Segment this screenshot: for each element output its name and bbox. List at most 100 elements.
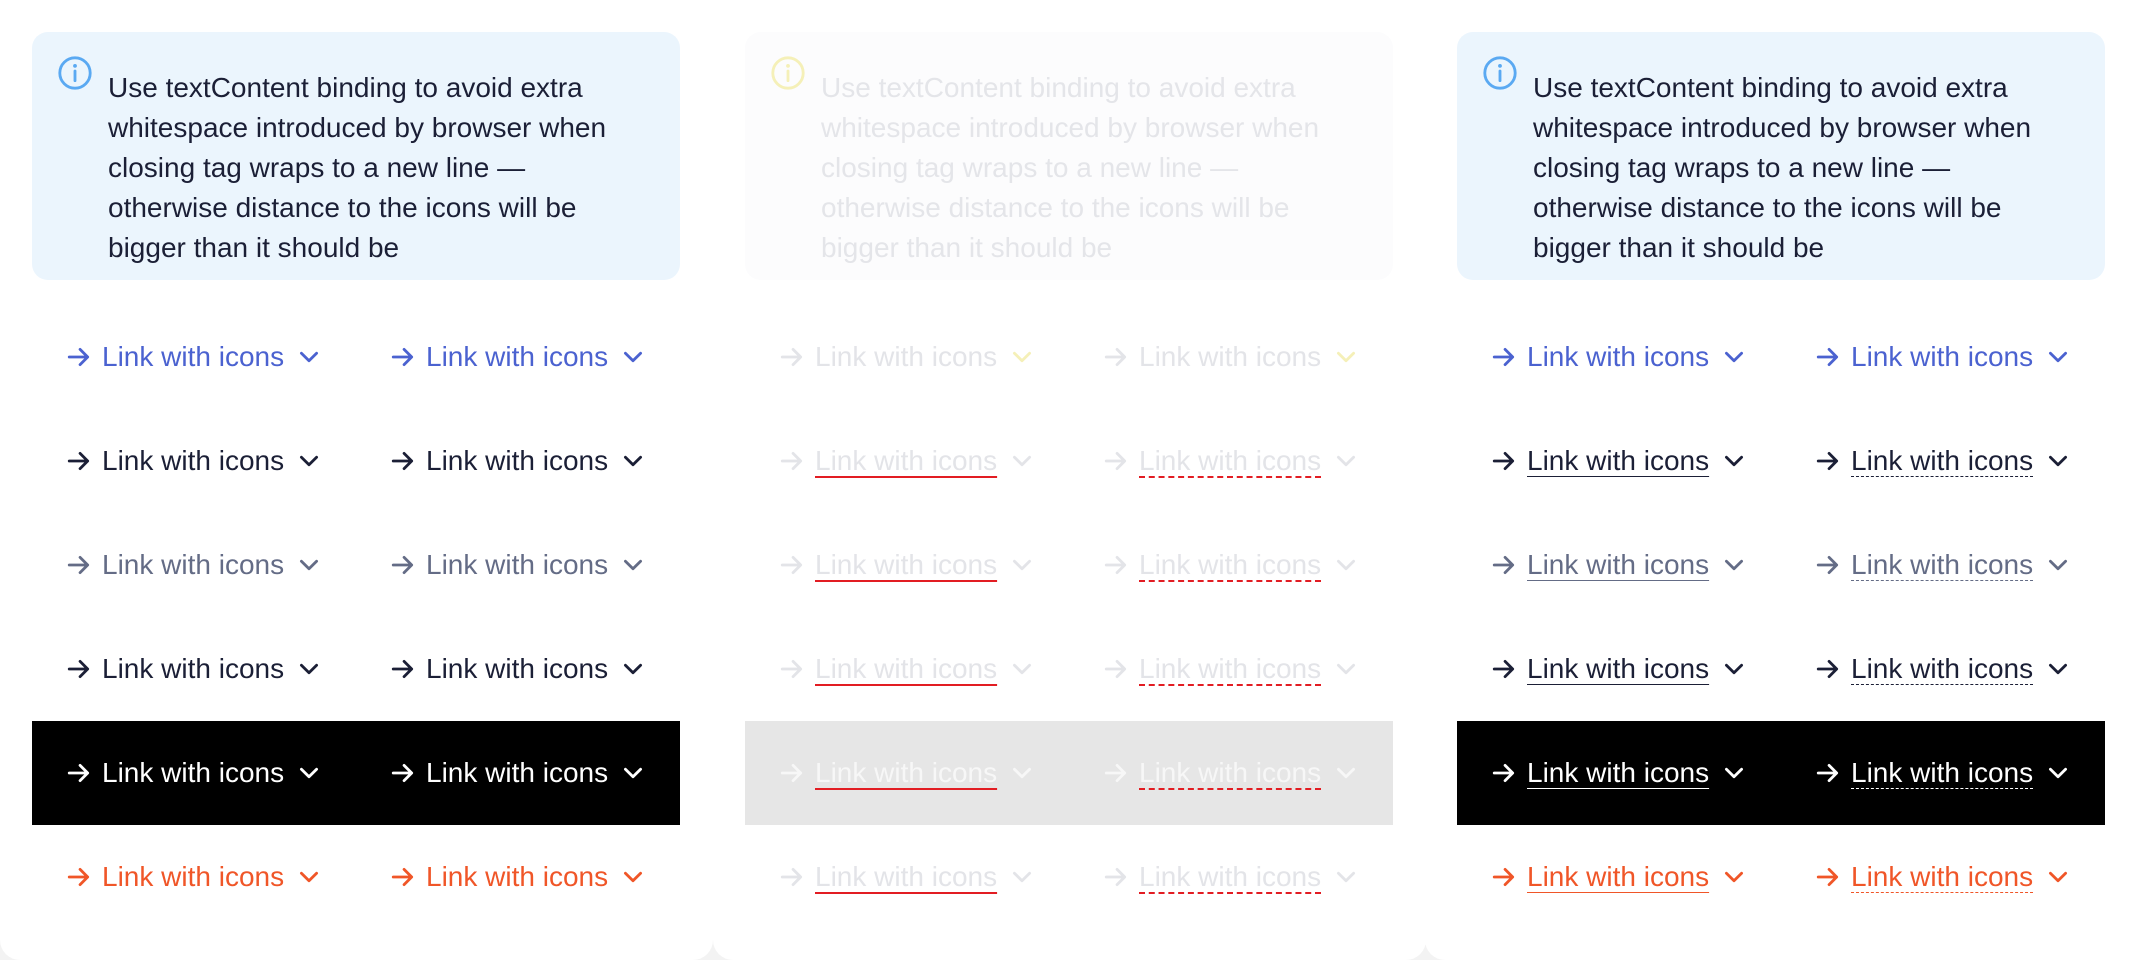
arrow-right-icon (780, 348, 803, 366)
chevron-down-icon (1013, 455, 1032, 467)
chevron-down-icon (1337, 767, 1356, 779)
link-with-icons[interactable]: Link with icons (1491, 825, 1747, 929)
link-row-dark: Link with icons Link with icons (32, 409, 680, 513)
arrow-right-icon (1104, 452, 1127, 470)
link-with-icons-disabled: Link with icons (779, 409, 1035, 513)
link-row-disabled: Link with icons Link with icons (745, 513, 1393, 617)
link-with-icons[interactable]: Link with icons (1815, 305, 2071, 409)
arrow-right-icon (1492, 452, 1515, 470)
link-row-blue: Link with icons Link with icons (1457, 305, 2105, 409)
link-with-icons[interactable]: Link with icons (1815, 825, 2071, 929)
link-with-icons[interactable]: Link with icons (66, 305, 322, 409)
link-with-icons-disabled: Link with icons (1103, 409, 1359, 513)
link-label: Link with icons (1527, 757, 1710, 788)
link-label: Link with icons (102, 445, 285, 476)
link-label: Link with icons (815, 861, 998, 892)
link-with-icons-disabled: Link with icons (779, 825, 1035, 929)
info-alert-disabled: Use textContent binding to avoid extra w… (745, 32, 1393, 280)
link-label: Link with icons (1851, 861, 2034, 892)
link-label: Link with icons (1139, 549, 1322, 580)
link-label: Link with icons (1139, 653, 1322, 684)
link-with-icons[interactable]: Link with icons (1491, 617, 1747, 721)
link-label: Link with icons (815, 549, 998, 580)
link-with-icons[interactable]: Link with icons (66, 513, 322, 617)
chevron-down-icon (624, 455, 643, 467)
link-with-icons[interactable]: Link with icons (1815, 617, 2071, 721)
chevron-down-icon (1013, 767, 1032, 779)
arrow-right-icon (780, 868, 803, 886)
link-label: Link with icons (815, 341, 998, 372)
arrow-right-icon (780, 660, 803, 678)
link-label: Link with icons (102, 341, 285, 372)
chevron-down-icon (1337, 663, 1356, 675)
link-label: Link with icons (815, 757, 998, 788)
panel-disabled: Use textContent binding to avoid extra w… (713, 0, 1426, 960)
link-label: Link with icons (426, 549, 609, 580)
link-with-icons-disabled: Link with icons (779, 513, 1035, 617)
arrow-right-icon (67, 348, 90, 366)
link-with-icons[interactable]: Link with icons (1491, 721, 1747, 825)
chevron-down-icon (624, 559, 643, 571)
link-with-icons[interactable]: Link with icons (1491, 409, 1747, 513)
link-with-icons[interactable]: Link with icons (1815, 409, 2071, 513)
chevron-down-icon (2049, 871, 2068, 883)
arrow-right-icon (1816, 348, 1839, 366)
arrow-right-icon (391, 348, 414, 366)
panel-default: Use textContent binding to avoid extra w… (0, 0, 713, 960)
arrow-right-icon (1816, 764, 1839, 782)
link-row-dark: Link with icons Link with icons (1457, 617, 2105, 721)
panel-underlined: Use textContent binding to avoid extra w… (1425, 0, 2136, 960)
link-with-icons[interactable]: Link with icons (66, 825, 322, 929)
link-with-icons[interactable]: Link with icons (390, 617, 646, 721)
chevron-down-icon (1013, 663, 1032, 675)
link-with-icons[interactable]: Link with icons (390, 409, 646, 513)
chevron-down-icon (1725, 767, 1744, 779)
link-with-icons[interactable]: Link with icons (1491, 513, 1747, 617)
link-with-icons[interactable]: Link with icons (390, 305, 646, 409)
link-row-disabled: Link with icons Link with icons (745, 825, 1393, 929)
chevron-down-icon (300, 351, 319, 363)
chevron-down-icon (1725, 455, 1744, 467)
link-with-icons[interactable]: Link with icons (1815, 721, 2071, 825)
link-with-icons-disabled: Link with icons (1103, 513, 1359, 617)
link-label: Link with icons (1851, 445, 2034, 476)
link-label: Link with icons (815, 653, 998, 684)
link-label: Link with icons (1527, 653, 1710, 684)
chevron-down-icon (1337, 871, 1356, 883)
link-with-icons[interactable]: Link with icons (66, 721, 322, 825)
arrow-right-icon (780, 556, 803, 574)
link-label: Link with icons (426, 445, 609, 476)
link-label: Link with icons (1851, 549, 2034, 580)
link-with-icons[interactable]: Link with icons (390, 825, 646, 929)
chevron-down-icon (1337, 455, 1356, 467)
link-with-icons[interactable]: Link with icons (390, 721, 646, 825)
chevron-down-icon (1013, 559, 1032, 571)
info-alert: Use textContent binding to avoid extra w… (1457, 32, 2105, 280)
link-with-icons[interactable]: Link with icons (390, 513, 646, 617)
arrow-right-icon (1104, 764, 1127, 782)
link-row-disabled: Link with icons Link with icons (745, 409, 1393, 513)
chevron-down-icon (2049, 559, 2068, 571)
arrow-right-icon (1104, 348, 1127, 366)
arrow-right-icon (1104, 660, 1127, 678)
arrow-right-icon (1104, 868, 1127, 886)
arrow-right-icon (1816, 868, 1839, 886)
info-alert: Use textContent binding to avoid extra w… (32, 32, 680, 280)
link-label: Link with icons (1527, 445, 1710, 476)
link-row-disabled: Link with icons Link with icons (745, 617, 1393, 721)
arrow-right-icon (391, 868, 414, 886)
link-with-icons-disabled: Link with icons (1103, 305, 1359, 409)
arrow-right-icon (67, 868, 90, 886)
link-with-icons[interactable]: Link with icons (66, 409, 322, 513)
link-with-icons[interactable]: Link with icons (1815, 513, 2071, 617)
link-with-icons[interactable]: Link with icons (1491, 305, 1747, 409)
link-label: Link with icons (1139, 341, 1322, 372)
chevron-down-icon (300, 767, 319, 779)
arrow-right-icon (780, 764, 803, 782)
info-circle-icon (771, 56, 805, 90)
info-text: Use textContent binding to avoid extra w… (1533, 72, 2032, 263)
arrow-right-icon (1816, 660, 1839, 678)
link-with-icons[interactable]: Link with icons (66, 617, 322, 721)
arrow-right-icon (1104, 556, 1127, 574)
arrow-right-icon (1492, 868, 1515, 886)
